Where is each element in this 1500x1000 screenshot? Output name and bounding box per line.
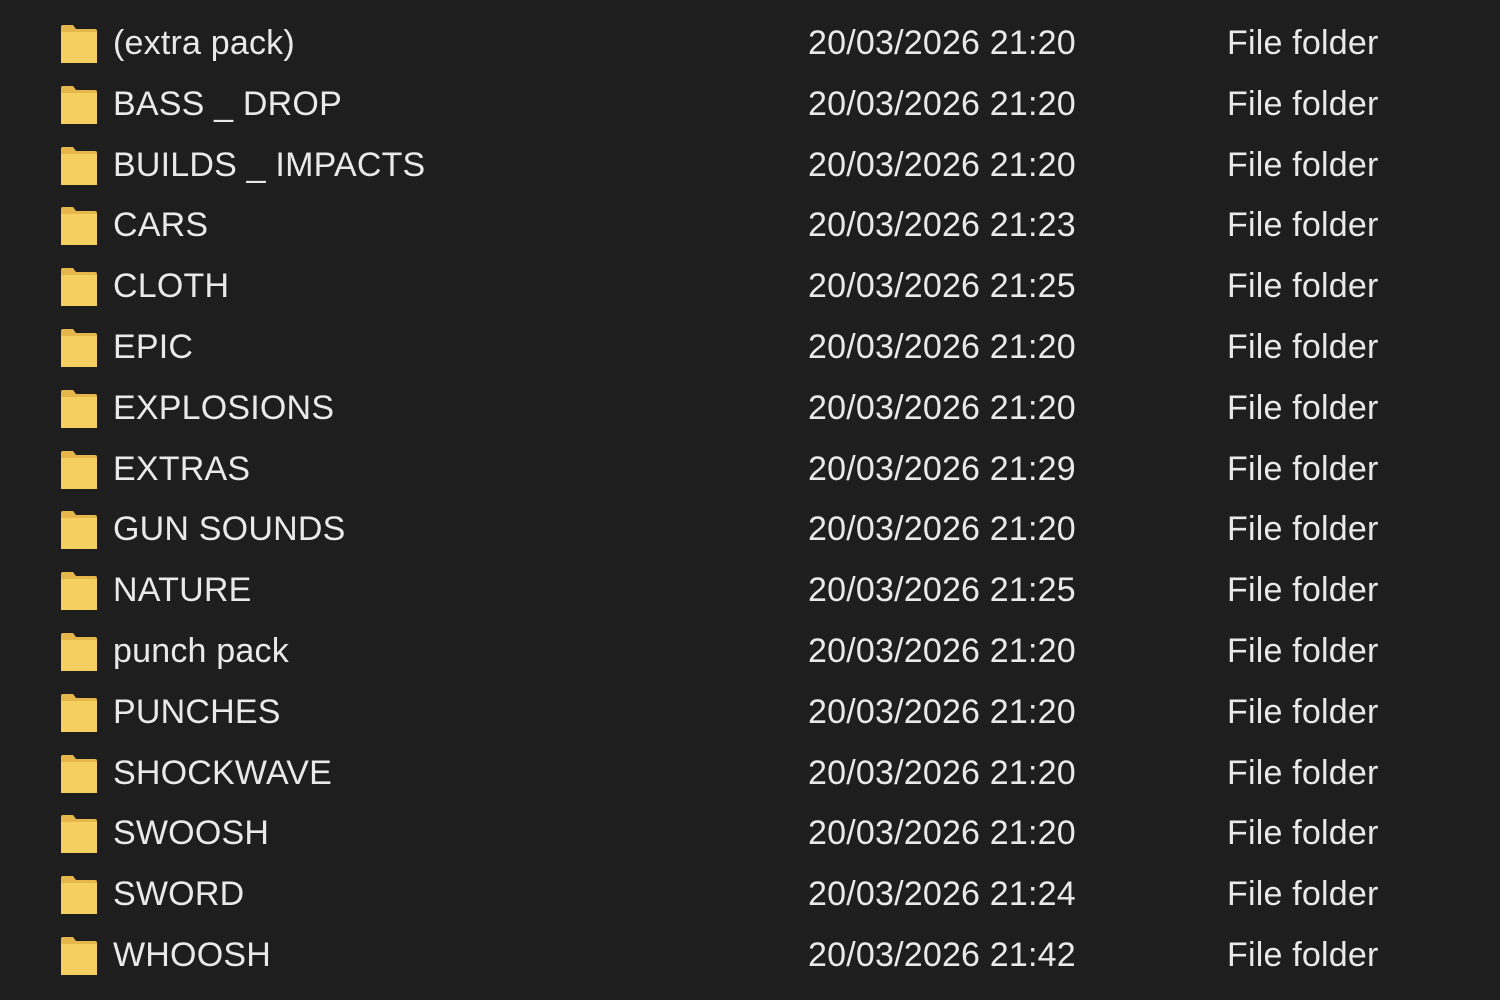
file-name: CLOTH	[113, 267, 230, 306]
folder-icon	[60, 84, 98, 126]
date-modified: 20/03/2026 21:23	[808, 206, 1076, 245]
file-type: File folder	[1227, 84, 1379, 123]
date-modified: 20/03/2026 21:20	[808, 327, 1076, 366]
file-type: File folder	[1227, 388, 1379, 427]
file-name: BUILDS _ IMPACTS	[113, 145, 426, 184]
folder-icon	[60, 874, 98, 916]
file-name: BASS _ DROP	[113, 84, 342, 123]
date-modified: 20/03/2026 21:20	[808, 510, 1076, 549]
folder-icon	[60, 23, 98, 65]
date-modified: 20/03/2026 21:20	[808, 24, 1076, 62]
file-row[interactable]: EPIC 20/03/2026 21:20 File folder	[0, 317, 1500, 378]
file-name: GUN SOUNDS	[113, 510, 346, 549]
folder-icon	[60, 327, 98, 369]
file-row[interactable]: EXTRAS 20/03/2026 21:29 File folder	[0, 439, 1500, 500]
date-modified: 20/03/2026 21:25	[808, 267, 1076, 306]
file-name: PUNCHES	[113, 692, 281, 731]
folder-icon	[60, 266, 98, 308]
file-row[interactable]: GUN SOUNDS 20/03/2026 21:20 File folder	[0, 499, 1500, 560]
file-row[interactable]: (extra pack) 20/03/2026 21:20 File folde…	[0, 13, 1500, 74]
file-type: File folder	[1227, 24, 1379, 62]
file-type: File folder	[1227, 814, 1379, 853]
file-name: EXPLOSIONS	[113, 388, 335, 427]
file-row[interactable]: BUILDS _ IMPACTS 20/03/2026 21:20 File f…	[0, 135, 1500, 196]
date-modified: 20/03/2026 21:20	[808, 753, 1076, 792]
folder-icon	[60, 935, 98, 977]
folder-icon	[60, 692, 98, 734]
file-row[interactable]: SHOCKWAVE 20/03/2026 21:20 File folder	[0, 743, 1500, 804]
date-modified: 20/03/2026 21:20	[808, 631, 1076, 670]
file-name: (extra pack)	[113, 24, 295, 62]
folder-icon	[60, 205, 98, 247]
file-type: File folder	[1227, 449, 1379, 488]
file-type: File folder	[1227, 145, 1379, 184]
file-type: File folder	[1227, 692, 1379, 731]
date-modified: 20/03/2026 21:20	[808, 145, 1076, 184]
file-name: EPIC	[113, 327, 194, 366]
file-row[interactable]: CARS 20/03/2026 21:23 File folder	[0, 195, 1500, 256]
file-type: File folder	[1227, 935, 1379, 974]
folder-icon	[60, 631, 98, 673]
date-modified: 20/03/2026 21:20	[808, 84, 1076, 123]
file-type: File folder	[1227, 753, 1379, 792]
file-name: NATURE	[113, 571, 252, 610]
file-row[interactable]: WHOOSH 20/03/2026 21:42 File folder	[0, 925, 1500, 986]
date-modified: 20/03/2026 21:24	[808, 875, 1076, 914]
file-row[interactable]: SWOOSH 20/03/2026 21:20 File folder	[0, 803, 1500, 864]
file-row[interactable]: NATURE 20/03/2026 21:25 File folder	[0, 560, 1500, 621]
date-modified: 20/03/2026 21:20	[808, 388, 1076, 427]
file-name: WHOOSH	[113, 935, 271, 974]
file-name: SHOCKWAVE	[113, 753, 333, 792]
file-row[interactable]: punch pack 20/03/2026 21:20 File folder	[0, 621, 1500, 682]
file-row[interactable]: SWORD 20/03/2026 21:24 File folder	[0, 864, 1500, 925]
folder-icon	[60, 753, 98, 795]
file-type: File folder	[1227, 267, 1379, 306]
file-row[interactable]: EXPLOSIONS 20/03/2026 21:20 File folder	[0, 378, 1500, 439]
folder-icon	[60, 388, 98, 430]
date-modified: 20/03/2026 21:25	[808, 571, 1076, 610]
file-type: File folder	[1227, 875, 1379, 914]
file-list: (extra pack) 20/03/2026 21:20 File folde…	[0, 13, 1500, 986]
file-name: CARS	[113, 206, 209, 245]
folder-icon	[60, 570, 98, 612]
file-row[interactable]: PUNCHES 20/03/2026 21:20 File folder	[0, 682, 1500, 743]
date-modified: 20/03/2026 21:29	[808, 449, 1076, 488]
date-modified: 20/03/2026 21:42	[808, 935, 1076, 974]
file-type: File folder	[1227, 571, 1379, 610]
file-type: File folder	[1227, 631, 1379, 670]
date-modified: 20/03/2026 21:20	[808, 814, 1076, 853]
file-row[interactable]: BASS _ DROP 20/03/2026 21:20 File folder	[0, 74, 1500, 135]
file-type: File folder	[1227, 510, 1379, 549]
folder-icon	[60, 509, 98, 551]
file-row[interactable]: CLOTH 20/03/2026 21:25 File folder	[0, 256, 1500, 317]
folder-icon	[60, 145, 98, 187]
folder-icon	[60, 813, 98, 855]
file-type: File folder	[1227, 206, 1379, 245]
file-name: SWORD	[113, 875, 245, 914]
file-name: SWOOSH	[113, 814, 270, 853]
date-modified: 20/03/2026 21:20	[808, 692, 1076, 731]
folder-icon	[60, 449, 98, 491]
file-name: punch pack	[113, 631, 289, 670]
file-type: File folder	[1227, 327, 1379, 366]
file-name: EXTRAS	[113, 449, 251, 488]
